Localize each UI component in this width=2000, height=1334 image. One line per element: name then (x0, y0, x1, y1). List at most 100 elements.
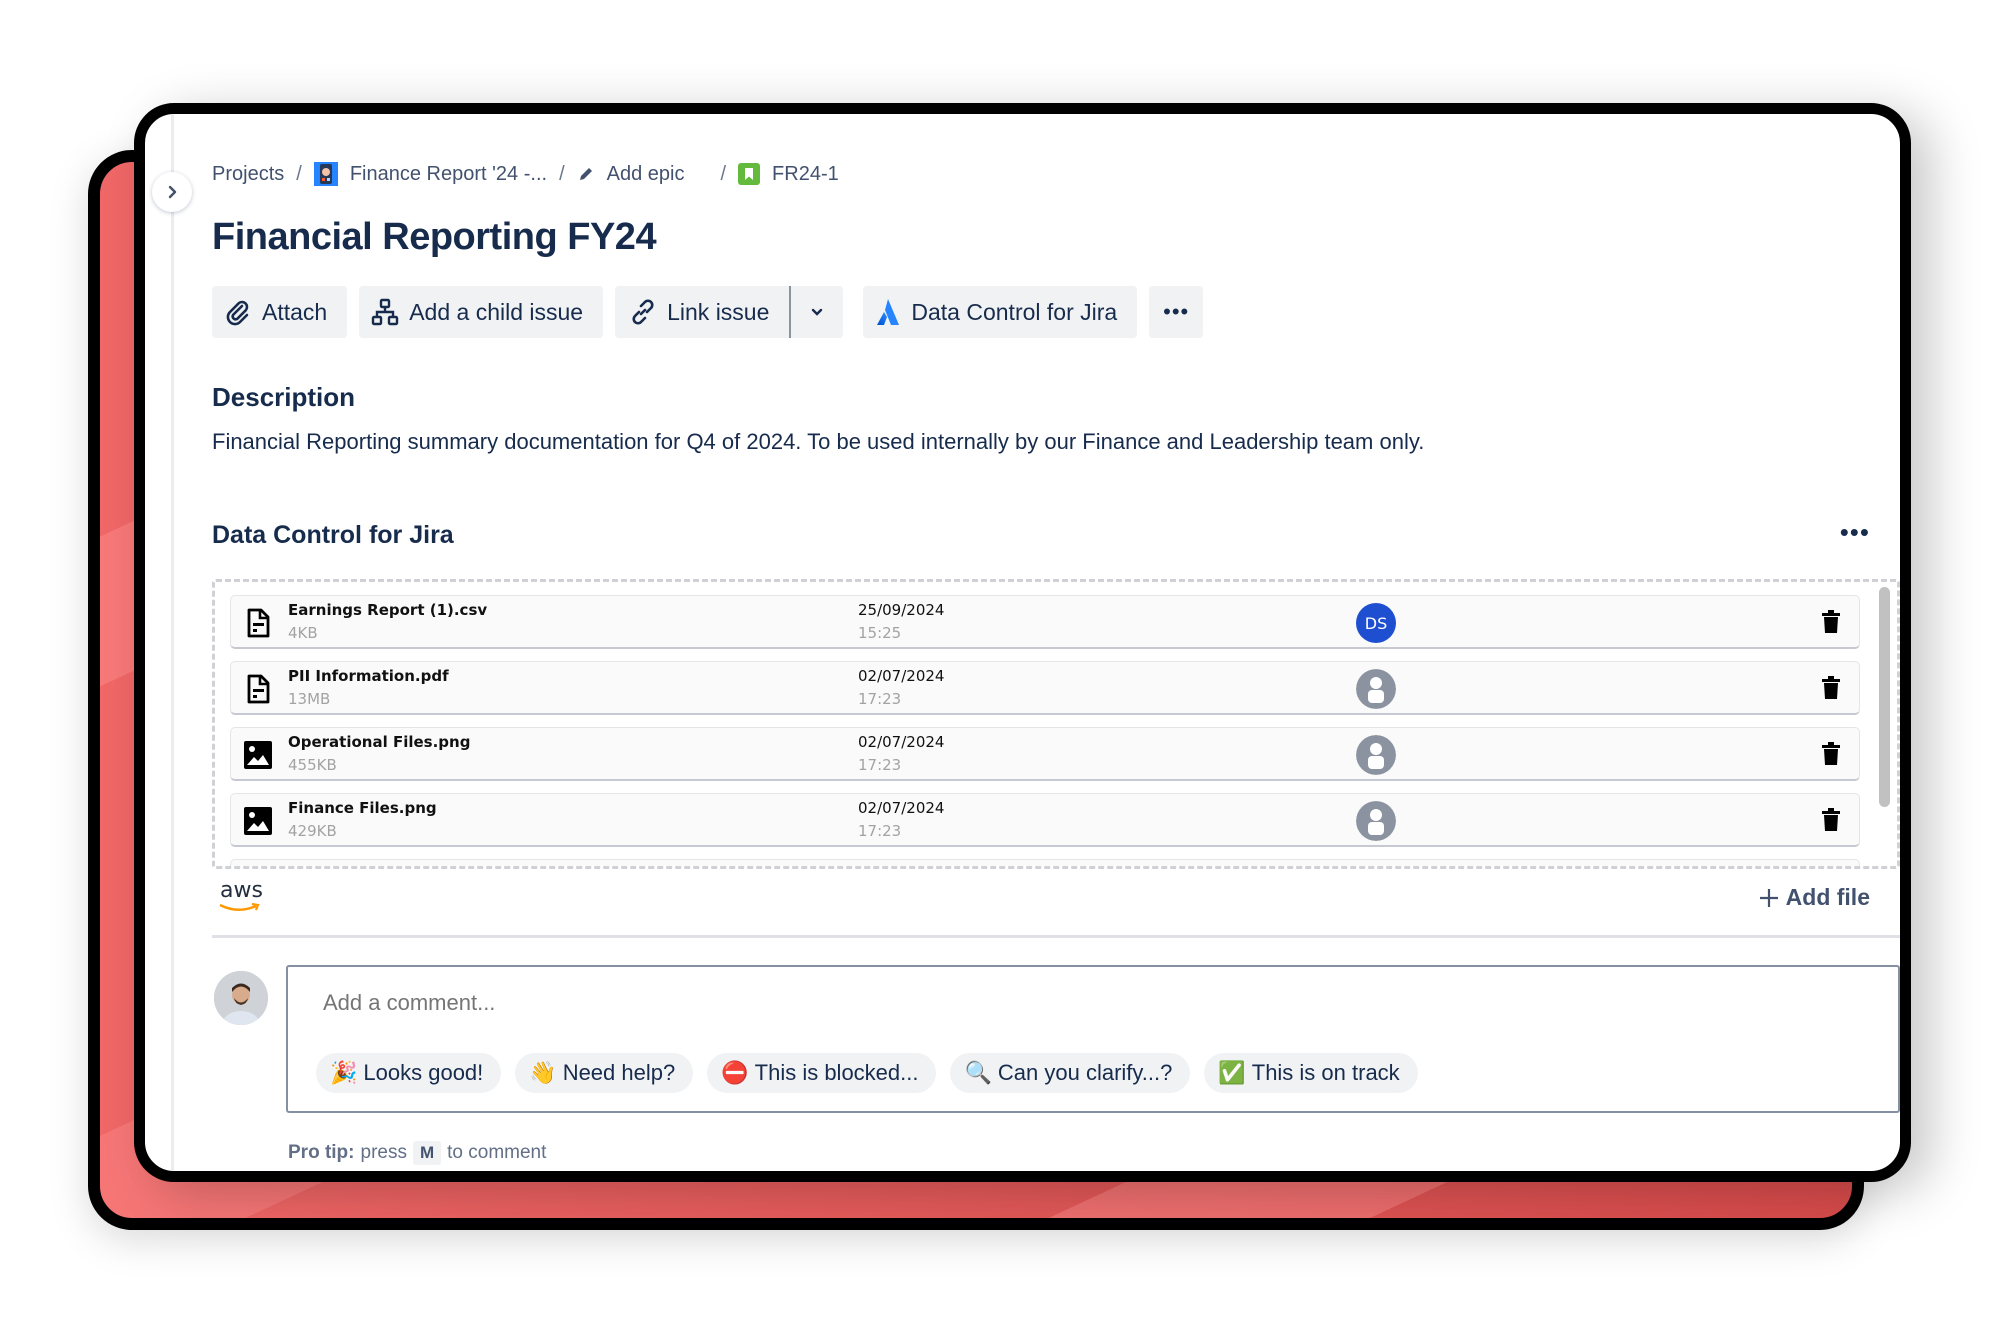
file-date: 02/07/2024 (858, 799, 945, 817)
quick-reply-label: Looks good! (363, 1060, 484, 1085)
waving-hand-icon: 👋 (529, 1060, 557, 1085)
pencil-icon (579, 168, 592, 180)
trash-icon[interactable] (1821, 742, 1841, 766)
link-issue-label: Link issue (667, 298, 770, 325)
trash-icon[interactable] (1821, 610, 1841, 634)
breadcrumb-project[interactable]: Finance Report '24 -... (313, 162, 548, 186)
quick-reply-label: Can you clarify...? (997, 1060, 1173, 1085)
quick-reply-list: 🎉 Looks good! 👋 Need help? ⛔ This is blocke… (316, 1053, 1418, 1093)
link-issue-dropdown-button[interactable] (791, 286, 843, 338)
quick-reply-on-track[interactable]: ✅ This is on track (1204, 1053, 1418, 1093)
quick-reply-label: This is blocked... (754, 1060, 919, 1085)
file-list-scrollbar[interactable] (1879, 587, 1890, 807)
breadcrumb: Projects / Finance Report '24 -... / Add… (212, 162, 839, 186)
expand-sidebar-button[interactable] (152, 172, 192, 212)
file-name[interactable]: PII Information.pdf (288, 667, 449, 685)
atlassian-logo-icon (877, 299, 900, 325)
breadcrumb-issue-key[interactable]: FR24-1 (738, 163, 839, 186)
aws-smile-icon (219, 902, 260, 911)
paperclip-icon (226, 300, 249, 326)
data-control-more-button[interactable]: ••• (1840, 517, 1870, 548)
file-time: 15:25 (858, 624, 902, 642)
breadcrumb-separator: / (720, 162, 727, 185)
comment-editor[interactable]: 🎉Looks good! 👋Need help? ⛔This is blocke… (286, 965, 1900, 1113)
pro-tip-label: Pro tip: (288, 1142, 355, 1163)
section-divider (212, 935, 1900, 938)
keyboard-shortcut-key: M (412, 1141, 442, 1165)
attach-button[interactable]: Attach (212, 286, 348, 338)
more-icon: ••• (1163, 299, 1190, 324)
link-issue-split-button: Link issue (615, 286, 844, 338)
add-file-label: Add file (1785, 884, 1870, 910)
breadcrumb-separator: / (559, 162, 565, 185)
uploader-avatar[interactable]: DS (1356, 603, 1396, 643)
breadcrumb-separator: / (296, 162, 302, 185)
issue-content: Projects / Finance Report '24 -... / Add… (212, 114, 1900, 1171)
breadcrumb-label: Projects (212, 162, 285, 185)
image-icon (244, 807, 272, 835)
file-size: 13MB (288, 690, 331, 708)
breadcrumb-label: Finance Report '24 -... (349, 162, 548, 185)
no-entry-icon: ⛔ (721, 1060, 749, 1085)
image-icon (244, 741, 272, 769)
current-user-avatar[interactable] (214, 971, 268, 1025)
plus-icon (1759, 888, 1778, 907)
file-date: 02/07/2024 (858, 733, 945, 751)
file-row[interactable]: PII Information.pdf 13MB 02/07/2024 17:2… (230, 661, 1860, 715)
default-user-avatar-icon[interactable] (1356, 801, 1396, 841)
file-size: 4KB (288, 624, 318, 642)
breadcrumb-projects[interactable]: Projects (212, 163, 284, 186)
file-row[interactable]: Earnings Report (1).csv 4KB 25/09/2024 1… (230, 595, 1860, 649)
user-photo-icon (214, 971, 268, 1025)
sidebar-divider (171, 114, 174, 1171)
add-child-label: Add a child issue (409, 298, 584, 325)
aws-label: aws (220, 878, 263, 903)
file-row[interactable]: Operational Files.png 455KB 02/07/2024 1… (230, 727, 1860, 781)
file-row-partial (230, 859, 1860, 866)
check-mark-icon: ✅ (1218, 1060, 1246, 1085)
default-user-avatar-icon[interactable] (1356, 735, 1396, 775)
link-issue-button[interactable]: Link issue (615, 286, 792, 338)
trash-icon[interactable] (1821, 676, 1841, 700)
file-size: 455KB (288, 756, 337, 774)
file-size: 429KB (288, 822, 337, 840)
default-user-avatar-icon[interactable] (1356, 669, 1396, 709)
data-control-heading: Data Control for Jira (212, 521, 454, 549)
breadcrumb-label: FR24-1 (772, 162, 839, 185)
pro-tip: Pro tip: press M to comment (288, 1141, 546, 1165)
issue-title[interactable]: Financial Reporting FY24 (212, 216, 657, 259)
data-control-button[interactable]: Data Control for Jira (863, 286, 1138, 338)
file-time: 17:23 (858, 822, 902, 840)
document-icon (247, 674, 270, 704)
comment-input[interactable] (321, 989, 1725, 1017)
attach-label: Attach (262, 298, 328, 325)
add-file-button[interactable]: Add file (1758, 884, 1870, 911)
data-control-label: Data Control for Jira (911, 298, 1118, 325)
file-date: 02/07/2024 (858, 667, 945, 685)
jira-issue-window: Projects / Finance Report '24 -... / Add… (134, 103, 1911, 1182)
breadcrumb-add-epic[interactable]: Add epic (577, 163, 684, 186)
description-text[interactable]: Financial Reporting summary documentatio… (212, 429, 1424, 455)
chevron-right-icon (168, 185, 177, 199)
file-row[interactable]: Finance Files.png 429KB 02/07/2024 17:23 (230, 793, 1860, 847)
issue-toolbar: Attach Add a child issue Link issue Data… (212, 286, 1204, 338)
file-name[interactable]: Earnings Report (1).csv (288, 601, 487, 619)
description-heading: Description (212, 382, 356, 412)
file-date: 25/09/2024 (858, 601, 945, 619)
add-child-issue-button[interactable]: Add a child issue (359, 286, 604, 338)
file-list-dropzone[interactable]: Earnings Report (1).csv 4KB 25/09/2024 1… (212, 579, 1900, 869)
quick-reply-blocked[interactable]: ⛔ This is blocked... (707, 1053, 937, 1093)
file-name[interactable]: Finance Files.png (288, 799, 437, 817)
quick-reply-need-help[interactable]: 👋 Need help? (515, 1053, 694, 1093)
file-name[interactable]: Operational Files.png (288, 733, 470, 751)
aws-logo: aws (219, 878, 263, 911)
quick-reply-looks-good[interactable]: 🎉 Looks good! (316, 1053, 502, 1093)
quick-reply-label: This is on track (1251, 1060, 1400, 1085)
more-actions-button[interactable]: ••• (1149, 286, 1204, 338)
pro-tip-text: press (360, 1142, 407, 1163)
document-icon (247, 608, 270, 638)
trash-icon[interactable] (1821, 808, 1841, 832)
party-popper-icon: 🎉 (330, 1060, 358, 1085)
hierarchy-icon (372, 298, 399, 326)
quick-reply-clarify[interactable]: 🔍 Can you clarify...? (950, 1053, 1191, 1093)
